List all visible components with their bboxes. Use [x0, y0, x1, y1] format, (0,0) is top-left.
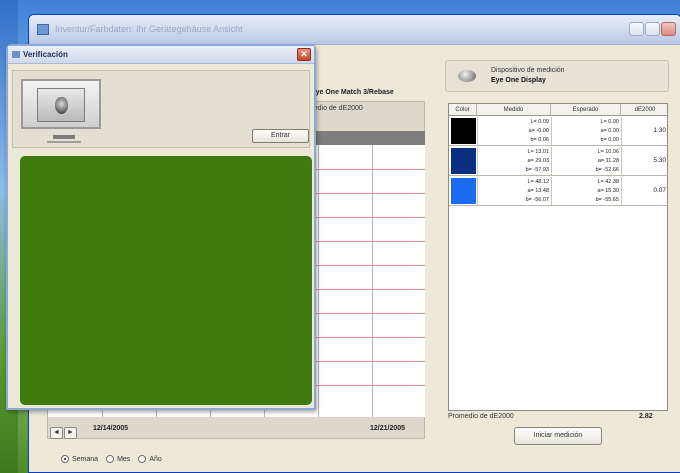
device-name: Eye One Display — [491, 77, 546, 84]
monitor-screen-area — [37, 88, 85, 122]
start-measurement-button[interactable]: Iniciar medición — [514, 427, 602, 445]
main-titlebar[interactable]: Inventur/Farbdaten: Ihr Gerätegehäuse An… — [29, 15, 680, 45]
range-option-label: Año — [149, 455, 162, 463]
previous-period-button[interactable]: ◄ — [50, 427, 63, 439]
column-header-measured[interactable]: Medido — [477, 104, 551, 116]
dialog-titlebar[interactable]: Verificación ✕ — [8, 46, 314, 64]
radio-button[interactable] — [106, 455, 115, 463]
color-swatch — [451, 118, 476, 144]
measurement-device-icon — [458, 70, 476, 82]
chart-end-date: 12/21/2005 — [370, 425, 406, 432]
profile-path: \Eye One Match 3/Rebase — [309, 89, 394, 96]
app-icon — [37, 24, 49, 35]
range-option-year[interactable]: Año — [138, 455, 162, 463]
dialog-close-icon[interactable]: ✕ — [297, 48, 311, 61]
range-option-week[interactable]: Semana — [61, 455, 98, 463]
column-header-de2000[interactable]: dE2000 — [621, 104, 669, 116]
colorimeter-sensor-icon — [55, 97, 68, 114]
de2000-value: 0.07 — [653, 187, 666, 194]
range-option-month[interactable]: Mes — [106, 455, 130, 463]
table-row[interactable]: L= 48.12 a= 13.48 b= -56.07 L= 42.38 a= … — [449, 177, 667, 206]
range-option-label: Mes — [117, 455, 131, 463]
grid-column-line — [318, 145, 319, 417]
column-divider — [551, 177, 552, 205]
de2000-value: 5.30 — [653, 157, 666, 164]
measured-values: L= 48.12 a= 13.48 b= -56.07 — [525, 179, 549, 203]
maximize-button[interactable] — [645, 22, 660, 36]
column-header-color[interactable]: Color — [449, 104, 477, 116]
monitor-stand-icon — [53, 135, 75, 139]
enter-button[interactable]: Entrar — [252, 129, 309, 143]
de2000-value: 1.30 — [653, 127, 666, 134]
measurement-color-patch — [20, 156, 312, 405]
column-header-expected[interactable]: Esperado — [551, 104, 621, 116]
column-divider — [477, 147, 478, 175]
monitor-icon — [21, 79, 101, 129]
average-label: Promedio de dE2000 — [448, 413, 514, 420]
range-option-label: Semana — [72, 455, 99, 463]
color-swatch — [451, 148, 476, 174]
next-period-button[interactable]: ► — [64, 427, 77, 439]
dialog-instruction-panel: Entrar — [12, 70, 310, 148]
column-divider — [477, 177, 478, 205]
device-panel: Dispositivo de medición Eye One Display — [445, 60, 669, 92]
minimize-button[interactable] — [629, 22, 644, 36]
measured-values: L= 13.01 a= 29.03 b= -57.93 — [525, 149, 549, 173]
column-divider — [551, 117, 552, 145]
column-divider — [551, 147, 552, 175]
radio-button[interactable] — [138, 455, 147, 463]
device-label: Dispositivo de medición — [491, 67, 565, 74]
color-swatch — [451, 178, 476, 204]
table-row[interactable]: L= 13.01 a= 29.03 b= -57.93 L= 10.06 a= … — [449, 147, 667, 176]
average-value: 2.82 — [639, 413, 653, 420]
dialog-app-icon — [12, 51, 20, 58]
table-header: Color Medido Esperado dE2000 — [449, 104, 667, 116]
verification-dialog: Verificación ✕ Entrar — [6, 44, 316, 410]
measurement-table: Color Medido Esperado dE2000 L= 0.09 a= … — [448, 103, 668, 411]
chart-start-date: 12/14/2005 — [93, 425, 129, 432]
monitor-base-icon — [47, 141, 81, 143]
radio-button[interactable] — [61, 455, 69, 463]
grid-column-line — [372, 145, 373, 417]
table-row[interactable]: L= 0.09 a= -0.00 b= 0.06 L= 0.00 a= 0.00… — [449, 117, 667, 146]
expected-values: L= 42.38 a= 15.30 b= -55.65 — [595, 179, 619, 203]
dialog-title: Verificación — [23, 50, 68, 59]
range-radio-group: Semana Mes Año — [61, 455, 162, 463]
expected-values: L= 0.00 a= 0.00 b= 0.00 — [600, 119, 619, 143]
column-divider — [477, 117, 478, 145]
main-window-title: Inventur/Farbdaten: Ihr Gerätegehäuse An… — [55, 24, 243, 34]
close-window-button[interactable] — [661, 22, 676, 36]
measured-values: L= 0.09 a= -0.00 b= 0.06 — [528, 119, 549, 143]
expected-values: L= 10.06 a= 11.28 b= -52.66 — [595, 149, 619, 173]
